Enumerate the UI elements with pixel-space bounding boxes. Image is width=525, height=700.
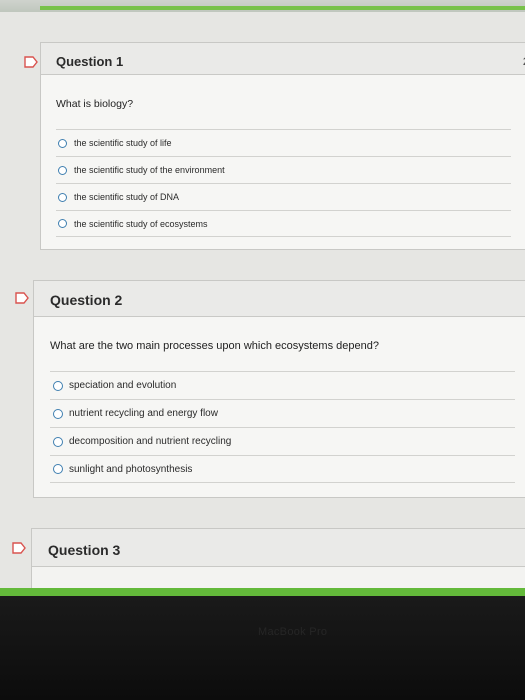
radio-button-icon[interactable] [53,436,63,447]
bottom-green-bar [0,588,525,596]
radio-button-icon[interactable] [53,464,63,474]
radio-button-icon[interactable] [58,138,67,148]
answer-option[interactable]: nutrient recycling and energy flow [50,399,515,427]
question-header-1: Question 1 2 [41,43,525,75]
answer-label: sunlight and photosynthesis [69,463,193,475]
radio-button-icon[interactable] [58,165,67,175]
answer-label: nutrient recycling and energy flow [69,408,218,419]
device-label: MacBook Pro [258,626,328,638]
question-header-2: Question 2 [34,281,525,317]
radio-button-icon[interactable] [53,380,63,391]
radio-button-icon[interactable] [58,219,67,228]
question-title-2: Question 2 [50,292,123,308]
answer-option[interactable]: decomposition and nutrient recycling [50,427,515,455]
radio-button-icon[interactable] [58,192,67,202]
top-accent-bar [0,0,525,12]
radio-button-icon[interactable] [53,408,63,419]
answer-label: the scientific study of the environment [74,165,225,175]
answer-option[interactable]: the scientific study of life [56,129,511,156]
answer-label: speciation and evolution [69,380,177,391]
question-title-1: Question 1 [56,54,124,69]
question-card-1: Question 1 2 What is biology? the scient… [40,42,525,250]
question-header-3: Question 3 [32,529,525,567]
question-card-2: Question 2 What are the two main process… [33,280,525,498]
answer-option[interactable]: the scientific study of ecosystems [56,210,511,237]
laptop-bezel: MacBook Pro [0,596,525,700]
answer-label: decomposition and nutrient recycling [69,436,232,447]
question-text-1: What is biology? [56,98,134,110]
answer-label: the scientific study of life [74,138,172,148]
question-title-3: Question 3 [48,542,121,558]
answer-label: the scientific study of ecosystems [74,218,208,229]
answer-label: the scientific study of DNA [74,192,180,202]
quiz-page: Question 1 2 What is biology? the scient… [0,12,525,598]
accent-green-line [40,6,525,10]
question-body-2: What are the two main processes upon whi… [34,317,525,497]
question-text-2: What are the two main processes upon whi… [50,340,379,352]
answer-option[interactable]: the scientific study of DNA [56,183,511,210]
flag-icon[interactable] [12,542,26,554]
flag-icon[interactable] [24,56,38,68]
question-body-1: What is biology? the scientific study of… [41,75,525,249]
answer-option[interactable]: sunlight and photosynthesis [50,455,515,483]
answer-option[interactable]: the scientific study of the environment [56,156,511,183]
flag-icon[interactable] [15,292,29,304]
answer-option[interactable]: speciation and evolution [50,371,515,399]
